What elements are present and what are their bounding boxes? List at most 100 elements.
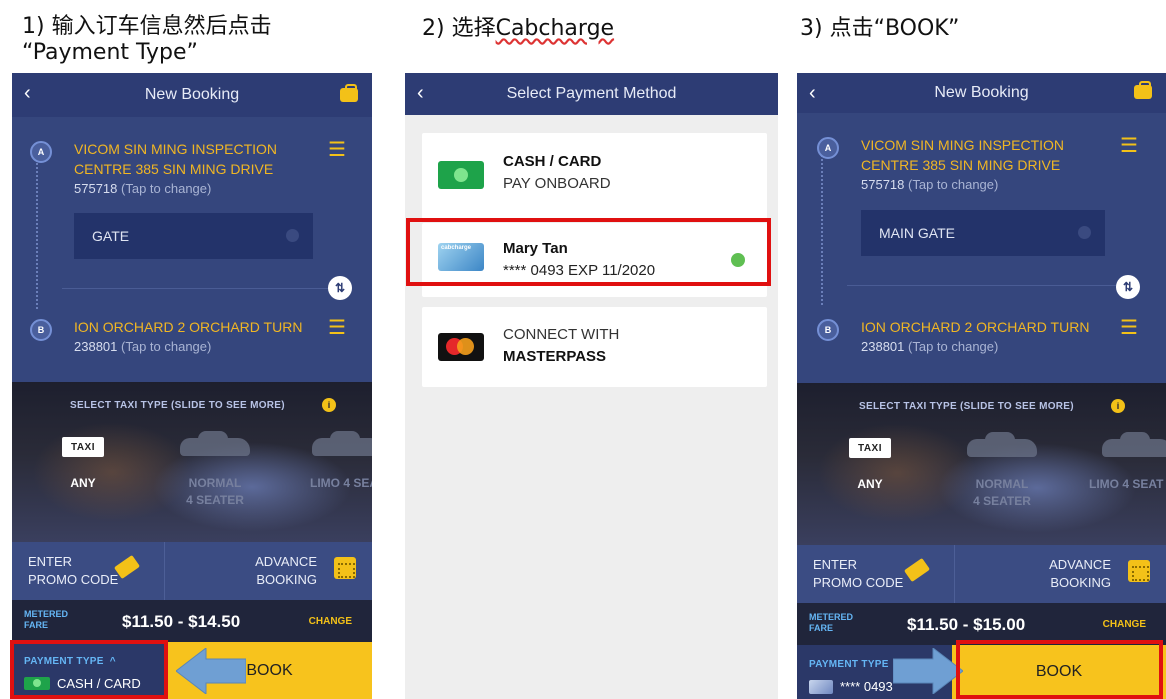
taxi-type-normal-line1: NORMAL	[188, 476, 242, 490]
taxi-type-any[interactable]: ANY	[855, 476, 885, 493]
promo-code-button[interactable]: ENTER PROMO CODE	[797, 545, 954, 603]
dropoff-postal: 238801	[74, 339, 118, 354]
advance-booking-button[interactable]: ADVANCE BOOKING	[164, 542, 372, 600]
car-icon	[1102, 432, 1166, 457]
payment-type-label-text: PAYMENT TYPE	[24, 656, 104, 667]
masterpass-line1: CONNECT WITH	[503, 326, 620, 343]
masterpass-icon	[438, 333, 484, 361]
swap-icon[interactable]: ⇅	[1116, 275, 1140, 299]
pickup-line1: VICOM SIN MING INSPECTION	[74, 141, 278, 157]
card-number-expiry: **** 0493 EXP 11/2020	[503, 262, 656, 279]
dropoff-line1: ION ORCHARD 2 ORCHARD TURN	[74, 319, 303, 335]
promo-code-button[interactable]: ENTER PROMO CODE	[12, 542, 164, 600]
back-icon[interactable]: ‹	[417, 82, 424, 105]
select-taxi-title: SELECT TAXI TYPE (SLIDE TO SEE MORE)	[70, 400, 285, 411]
taxi-type-any[interactable]: ANY	[68, 475, 98, 492]
gate-field[interactable]: GATE	[74, 213, 313, 259]
pickup-marker-icon: A	[30, 141, 52, 163]
metered-line2: FARE	[24, 620, 49, 630]
calendar-icon	[334, 557, 356, 579]
promo-line2: PROMO CODE	[813, 575, 904, 590]
swap-icon[interactable]: ⇅	[328, 276, 352, 300]
right-arrow-icon	[893, 648, 963, 694]
taxi-sign-icon: TAXI	[849, 438, 891, 458]
taxi-type-normal-line1: NORMAL	[975, 477, 1029, 491]
taxi-type-limo[interactable]: LIMO 4 SEAT	[1089, 476, 1166, 493]
pickup-address[interactable]: VICOM SIN MING INSPECTION CENTRE 385 SIN…	[74, 139, 277, 199]
cabcharge-logo: cabcharge	[441, 245, 472, 251]
taxi-type-selector[interactable]: SELECT TAXI TYPE (SLIDE TO SEE MORE) i T…	[797, 383, 1166, 545]
screen-new-booking-1: ‹ New Booking A VICOM SIN MING INSPECTIO…	[12, 73, 372, 699]
gate-value: MAIN GATE	[879, 225, 955, 241]
cabcharge-card-icon: cabcharge	[438, 243, 484, 271]
taxi-type-limo[interactable]: LIMO 4 SEA	[310, 475, 372, 492]
left-arrow-icon	[176, 648, 246, 694]
metered-line2: FARE	[809, 623, 834, 633]
route-panel: A VICOM SIN MING INSPECTION CENTRE 385 S…	[12, 117, 372, 382]
promo-row: ENTER PROMO CODE ADVANCE BOOKING	[12, 542, 372, 600]
screen-new-booking-3: ‹ New Booking A VICOM SIN MING INSPECTIO…	[797, 73, 1166, 699]
step1-caption-line1: 1) 输入订车信息然后点击	[22, 14, 272, 39]
dropoff-address[interactable]: ION ORCHARD 2 ORCHARD TURN 238801 (Tap t…	[74, 317, 302, 357]
fare-row: METERED FARE $11.50 - $14.50 CHANGE	[12, 600, 372, 642]
step3-caption-text: 3) 点击“BOOK”	[800, 16, 960, 41]
pickup-postal: 575718	[74, 181, 118, 196]
metered-fare-label: METERED FARE	[24, 609, 68, 631]
list-icon[interactable]: ☰	[1120, 136, 1146, 157]
pickup-postal: 575718	[861, 177, 905, 192]
promo-line2: PROMO CODE	[28, 572, 119, 587]
route-dotted-line	[36, 159, 38, 309]
cash-option-title: CASH / CARD	[503, 153, 602, 170]
cardholder-name: Mary Tan	[503, 240, 568, 257]
gate-value: GATE	[92, 228, 130, 244]
payment-type-value: **** 0493	[809, 679, 893, 694]
screen-select-payment: ‹ Select Payment Method CASH / CARD PAY …	[405, 73, 778, 699]
fare-price: $11.50 - $14.50	[122, 612, 241, 631]
car-icon	[967, 432, 1037, 457]
taxi-type-normal[interactable]: NORMAL 4 SEATER	[967, 476, 1037, 510]
payment-type-label: PAYMENT TYPE ^	[24, 656, 116, 667]
briefcase-icon[interactable]	[340, 84, 358, 102]
metered-line1: METERED	[24, 609, 69, 619]
masterpass-line2: MASTERPASS	[503, 348, 607, 365]
list-icon[interactable]: ☰	[328, 318, 354, 339]
screen-title: New Booking	[144, 86, 240, 103]
clear-icon[interactable]	[1078, 226, 1091, 239]
change-fare-button[interactable]: CHANGE	[309, 616, 352, 627]
selected-check-icon	[731, 253, 745, 267]
list-icon[interactable]: ☰	[328, 140, 354, 161]
metered-fare-label: METERED FARE	[809, 612, 853, 634]
taxi-type-normal[interactable]: NORMAL 4 SEATER	[180, 475, 250, 509]
book-button[interactable]: BOOK	[952, 645, 1166, 699]
calendar-icon	[1128, 560, 1150, 582]
info-icon[interactable]: i	[1111, 399, 1125, 413]
metered-line1: METERED	[809, 612, 854, 622]
payment-option-masterpass[interactable]: CONNECT WITH MASTERPASS	[422, 307, 767, 387]
pickup-address[interactable]: VICOM SIN MING INSPECTION CENTRE 385 SIN…	[861, 135, 1064, 195]
payment-type-value-text: CASH / CARD	[57, 676, 141, 691]
advance-line1: ADVANCE	[255, 554, 317, 569]
tap-to-change-hint: (Tap to change)	[908, 177, 999, 192]
step2-caption-prefix: 2) 选择	[422, 16, 496, 41]
briefcase-icon[interactable]	[1134, 81, 1152, 99]
promo-row: ENTER PROMO CODE ADVANCE BOOKING	[797, 545, 1166, 603]
payment-option-cabcharge[interactable]: cabcharge Mary Tan **** 0493 EXP 11/2020	[422, 223, 767, 297]
back-icon[interactable]: ‹	[809, 82, 816, 105]
dropoff-address[interactable]: ION ORCHARD 2 ORCHARD TURN 238801 (Tap t…	[861, 317, 1089, 357]
advance-line2: BOOKING	[1050, 575, 1111, 590]
gate-field[interactable]: MAIN GATE	[861, 210, 1105, 256]
advance-booking-button[interactable]: ADVANCE BOOKING	[953, 545, 1166, 603]
route-dotted-line	[821, 155, 823, 305]
dropoff-postal: 238801	[861, 339, 905, 354]
info-icon[interactable]: i	[322, 398, 336, 412]
taxi-type-selector[interactable]: SELECT TAXI TYPE (SLIDE TO SEE MORE) i T…	[12, 382, 372, 542]
route-panel: A VICOM SIN MING INSPECTION CENTRE 385 S…	[797, 113, 1166, 383]
back-icon[interactable]: ‹	[24, 82, 31, 105]
clear-icon[interactable]	[286, 229, 299, 242]
taxi-type-normal-line2: 4 SEATER	[186, 493, 244, 507]
payment-type-button[interactable]: PAYMENT TYPE ^ CASH / CARD	[12, 642, 167, 699]
payment-option-cash[interactable]: CASH / CARD PAY ONBOARD	[422, 133, 767, 219]
pickup-marker-icon: A	[817, 137, 839, 159]
list-icon[interactable]: ☰	[1120, 318, 1146, 339]
change-fare-button[interactable]: CHANGE	[1103, 619, 1146, 630]
